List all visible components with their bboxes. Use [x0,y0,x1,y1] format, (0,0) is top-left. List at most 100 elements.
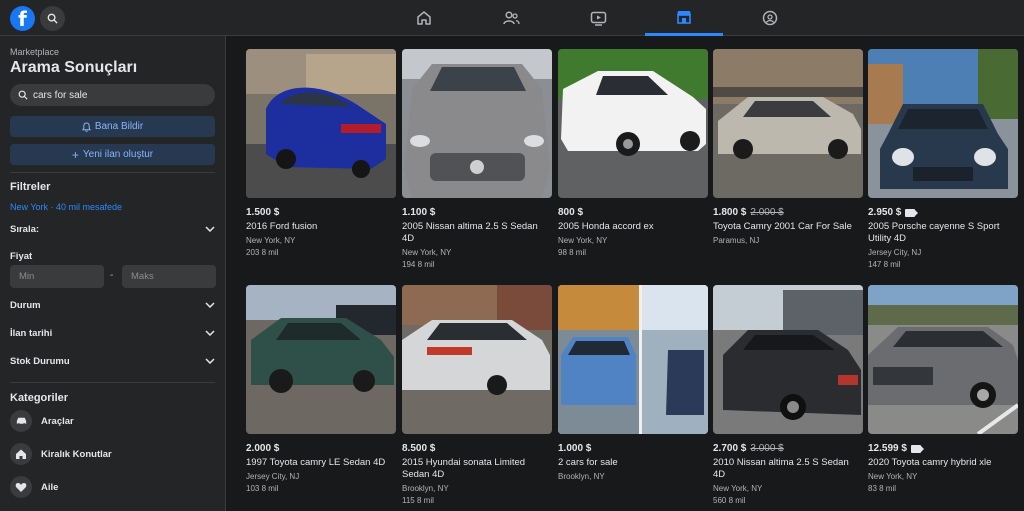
listing-price-line: 1.100 $ [402,207,552,218]
chevron-down-icon [205,226,215,232]
listing-distance: 98 8 mil [558,248,587,257]
listing-title[interactable]: 2 cars for sale [558,457,708,469]
listing-location: New York, NY [713,484,763,493]
listing-distance: 203 8 mil [246,248,279,257]
category-rentals[interactable]: Kiralık Konutlar [10,443,112,465]
listing-price-line: 1.800 $2.000 $ [713,207,863,218]
listing-distance: 147 8 mil [868,260,901,269]
friends-icon [502,11,520,25]
stock-dropdown[interactable]: Stok Durumu [10,353,215,369]
search-field[interactable] [10,84,215,106]
listing-title[interactable]: 2016 Ford fusion [246,221,396,233]
listing-card[interactable]: 1.500 $ 2016 Ford fusion New York, NY 20… [246,49,396,257]
listing-card[interactable]: 2.950 $ 2005 Porsche cayenne S Sport Uti… [868,49,1018,269]
listing-distance: 103 8 mil [246,484,279,493]
listing-price-line: 2.950 $ [868,207,1018,218]
listing-price-line: 1.500 $ [246,207,396,218]
create-listing-label: Yeni ilan oluştur [82,149,154,160]
listing-photo[interactable] [402,285,552,434]
listing-location: New York, NY [402,248,452,257]
price-min-field[interactable] [10,265,104,288]
video-icon [590,11,606,26]
facebook-logo-icon[interactable]: f [10,6,35,31]
listing-price-line: 12.599 $ [868,443,1018,454]
listing-photo[interactable] [868,49,1018,198]
search-button[interactable] [40,6,65,31]
search-icon [18,90,28,100]
top-navigation-bar: f [0,0,1024,36]
listing-title[interactable]: 2010 Nissan altima 2.5 S Sedan 4D [713,457,863,481]
video-icon [905,208,919,217]
divider [10,382,215,383]
listing-price: 2.950 $ [868,207,902,218]
listing-card[interactable]: 1.100 $ 2005 Nissan altima 2.5 S Sedan 4… [402,49,552,269]
category-family[interactable]: Aile [10,476,58,498]
create-listing-button[interactable]: + Yeni ilan oluştur [10,144,215,165]
condition-dropdown[interactable]: Durum [10,297,215,313]
tab-friends[interactable] [472,0,550,36]
listing-card[interactable]: 1.000 $ 2 cars for sale Brooklyn, NY [558,285,708,484]
listing-price: 2.000 $ [246,443,280,454]
notify-me-label: Bana Bildir [94,121,144,132]
listing-price: 1.800 $ [713,207,747,218]
location-filter-link[interactable]: New York · 40 mil mesafede [10,202,122,212]
plus-icon: + [71,147,79,162]
price-min-input[interactable] [10,265,104,288]
notify-me-button[interactable]: Bana Bildir [10,116,215,137]
listing-date-dropdown[interactable]: İlan tarihi [10,325,215,341]
category-label: Aile [41,481,59,493]
chevron-down-icon [205,358,215,364]
listing-photo[interactable] [558,49,708,198]
search-input[interactable] [33,89,203,101]
listing-location: New York, NY [246,236,296,245]
listing-location: New York, NY [868,472,918,481]
listing-title[interactable]: 2005 Honda accord ex [558,221,708,233]
divider [10,172,215,173]
listing-price-line: 8.500 $ [402,443,552,454]
listing-card[interactable]: 8.500 $ 2015 Hyundai sonata Limited Seda… [402,285,552,505]
listing-title[interactable]: 1997 Toyota camry LE Sedan 4D [246,457,396,469]
price-max-input[interactable] [122,265,216,288]
listing-photo[interactable] [868,285,1018,434]
listing-price: 2.700 $ [713,443,747,454]
tab-marketplace[interactable] [645,0,723,36]
listing-card[interactable]: 800 $ 2005 Honda accord ex New York, NY … [558,49,708,257]
listing-photo[interactable] [246,285,396,434]
listing-title[interactable]: 2015 Hyundai sonata Limited Sedan 4D [402,457,552,481]
listing-distance: 560 8 mil [713,496,746,505]
tab-home[interactable] [385,0,463,36]
sort-dropdown[interactable]: Sırala: [10,221,215,237]
price-separator: - [110,270,114,281]
listing-title[interactable]: 2005 Porsche cayenne S Sport Utility 4D [868,221,1018,245]
listing-price: 1.100 $ [402,207,436,218]
listing-date-label: İlan tarihi [10,327,53,339]
price-max-field[interactable] [122,265,216,288]
category-vehicles[interactable]: Araçlar [10,410,74,432]
listing-photo[interactable] [402,49,552,198]
sort-label: Sırala: [10,223,40,235]
listing-old-price: 2.000 $ [750,207,784,218]
groups-icon [762,10,778,26]
listing-card[interactable]: 1.800 $2.000 $ Toyota Camry 2001 Car For… [713,49,863,248]
listing-card[interactable]: 12.599 $ 2020 Toyota camry hybrid xle Ne… [868,285,1018,493]
listing-photo[interactable] [246,49,396,198]
filters-heading: Filtreler [10,181,51,193]
marketplace-label: Marketplace [10,47,60,57]
listing-title[interactable]: 2020 Toyota camry hybrid xle [868,457,1018,469]
listing-card[interactable]: 2.000 $ 1997 Toyota camry LE Sedan 4D Je… [246,285,396,493]
listing-location: Brooklyn, NY [558,472,605,481]
listing-location: Brooklyn, NY [402,484,449,493]
listing-photo[interactable] [558,285,708,434]
listing-price: 800 $ [558,207,584,218]
category-label: Kiralık Konutlar [41,448,112,460]
listing-card[interactable]: 2.700 $3.000 $ 2010 Nissan altima 2.5 S … [713,285,863,505]
listing-location: Jersey City, NJ [246,472,300,481]
tab-video[interactable] [559,0,637,36]
listing-title[interactable]: Toyota Camry 2001 Car For Sale [713,221,863,233]
listing-price: 1.500 $ [246,207,280,218]
listing-title[interactable]: 2005 Nissan altima 2.5 S Sedan 4D [402,221,552,245]
listing-photo[interactable] [713,285,863,434]
tab-groups[interactable] [731,0,809,36]
sidebar: Marketplace Arama Sonuçları Bana Bildir … [0,36,226,511]
listing-photo[interactable] [713,49,863,198]
